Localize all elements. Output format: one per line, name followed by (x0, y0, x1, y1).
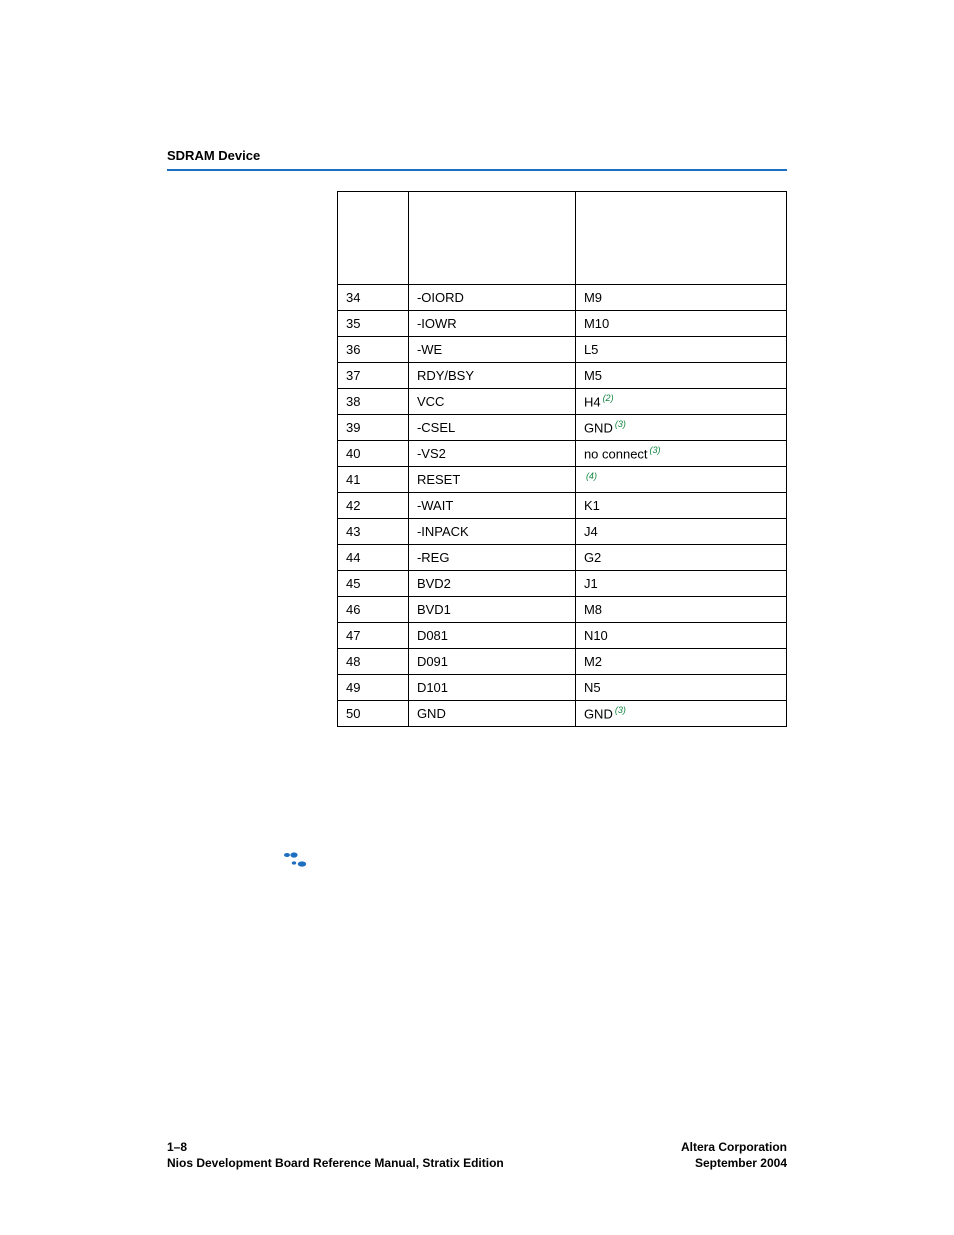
cell-conn: H4(2) (575, 389, 786, 415)
cell-name: -CSEL (408, 415, 575, 441)
cell-pin: 39 (338, 415, 409, 441)
cell-conn: J1 (575, 571, 786, 597)
cell-pin: 49 (338, 675, 409, 701)
cell-pin: 35 (338, 311, 409, 337)
table-row: 40-VS2no connect(3) (338, 441, 787, 467)
cell-conn: GND(3) (575, 701, 786, 727)
table-row: 47D081N10 (338, 623, 787, 649)
cell-name: VCC (408, 389, 575, 415)
cell-conn: N10 (575, 623, 786, 649)
cell-conn: M9 (575, 285, 786, 311)
page-footer: 1–8 Nios Development Board Reference Man… (167, 1140, 787, 1171)
cell-pin: 48 (338, 649, 409, 675)
cell-name: -WAIT (408, 493, 575, 519)
cell-pin: 46 (338, 597, 409, 623)
cell-name: -WE (408, 337, 575, 363)
page-number: 1–8 (167, 1140, 504, 1156)
footnote-ref: (3) (648, 445, 661, 455)
table-row: 38VCCH4(2) (338, 389, 787, 415)
cell-conn: M10 (575, 311, 786, 337)
cell-name: -OIORD (408, 285, 575, 311)
cell-pin: 43 (338, 519, 409, 545)
title-rule (167, 169, 787, 171)
footer-left: 1–8 Nios Development Board Reference Man… (167, 1140, 504, 1171)
table-row: 37RDY/BSYM5 (338, 363, 787, 389)
cell-name: -INPACK (408, 519, 575, 545)
table-row: 48D091M2 (338, 649, 787, 675)
section-title: SDRAM Device (167, 148, 787, 163)
table-row: 41RESET (4) (338, 467, 787, 493)
table-row: 49D101N5 (338, 675, 787, 701)
cell-conn: J4 (575, 519, 786, 545)
th-name (408, 192, 575, 285)
cell-name: RESET (408, 467, 575, 493)
table-row: 35-IOWRM10 (338, 311, 787, 337)
cell-pin: 44 (338, 545, 409, 571)
table-row: 45BVD2J1 (338, 571, 787, 597)
table-row: 44-REGG2 (338, 545, 787, 571)
table-row: 42-WAITK1 (338, 493, 787, 519)
footnote-ref: (4) (584, 471, 597, 481)
cell-pin: 50 (338, 701, 409, 727)
table-row: 39-CSELGND(3) (338, 415, 787, 441)
cell-pin: 47 (338, 623, 409, 649)
cell-pin: 37 (338, 363, 409, 389)
table-row: 50GNDGND(3) (338, 701, 787, 727)
th-pin (338, 192, 409, 285)
cell-pin: 40 (338, 441, 409, 467)
cell-name: GND (408, 701, 575, 727)
footnote-ref: (3) (613, 705, 626, 715)
cell-pin: 41 (338, 467, 409, 493)
manual-title: Nios Development Board Reference Manual,… (167, 1156, 504, 1172)
table-row: 46BVD1M8 (338, 597, 787, 623)
footer-right: Altera Corporation September 2004 (681, 1140, 787, 1171)
cell-pin: 38 (338, 389, 409, 415)
page-root: SDRAM Device 34-OIORDM935-IOWRM1036-WEL5… (0, 0, 954, 1235)
cell-name: D101 (408, 675, 575, 701)
cell-conn: (4) (575, 467, 786, 493)
cell-conn: N5 (575, 675, 786, 701)
cell-pin: 45 (338, 571, 409, 597)
cell-conn: M5 (575, 363, 786, 389)
corporation: Altera Corporation (681, 1140, 787, 1156)
th-conn (575, 192, 786, 285)
cell-conn: M2 (575, 649, 786, 675)
table-row: 43-INPACKJ4 (338, 519, 787, 545)
table-header-row (338, 192, 787, 285)
cell-conn: no connect(3) (575, 441, 786, 467)
reference-icon (280, 850, 310, 870)
cell-name: D091 (408, 649, 575, 675)
pin-table-wrap: 34-OIORDM935-IOWRM1036-WEL537RDY/BSYM538… (337, 191, 787, 727)
cell-name: BVD2 (408, 571, 575, 597)
footer-date: September 2004 (681, 1156, 787, 1172)
cell-name: RDY/BSY (408, 363, 575, 389)
pin-table: 34-OIORDM935-IOWRM1036-WEL537RDY/BSYM538… (337, 191, 787, 727)
cell-conn: K1 (575, 493, 786, 519)
table-row: 34-OIORDM9 (338, 285, 787, 311)
cell-pin: 42 (338, 493, 409, 519)
table-row: 36-WEL5 (338, 337, 787, 363)
footnote-ref: (3) (613, 419, 626, 429)
cell-name: -REG (408, 545, 575, 571)
cell-conn: GND(3) (575, 415, 786, 441)
footnote-ref: (2) (601, 393, 614, 403)
cell-name: -IOWR (408, 311, 575, 337)
cell-name: D081 (408, 623, 575, 649)
cell-pin: 34 (338, 285, 409, 311)
cell-conn: G2 (575, 545, 786, 571)
cell-pin: 36 (338, 337, 409, 363)
cell-conn: M8 (575, 597, 786, 623)
cell-name: -VS2 (408, 441, 575, 467)
cell-name: BVD1 (408, 597, 575, 623)
cell-conn: L5 (575, 337, 786, 363)
